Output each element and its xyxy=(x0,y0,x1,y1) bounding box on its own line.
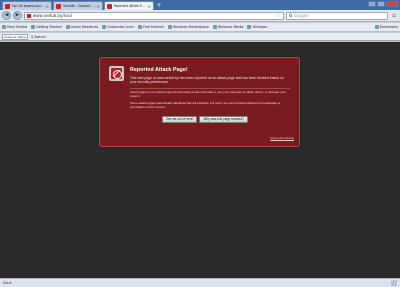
get-me-out-button[interactable]: Get me out of here! xyxy=(162,116,198,123)
bookmark-icon xyxy=(2,25,6,29)
site-favicon-icon xyxy=(107,3,112,9)
new-tab-button[interactable]: + xyxy=(155,2,163,10)
status-bar: Done xyxy=(0,278,400,287)
bookmark-star-icon[interactable]: ☆ xyxy=(277,13,281,19)
forward-arrow-icon[interactable]: ▶ xyxy=(13,11,22,20)
resize-grip-icon[interactable] xyxy=(391,280,397,286)
ignore-warning-link[interactable]: Ignore this warning xyxy=(270,136,294,140)
home-icon[interactable]: ⌂ xyxy=(390,12,398,20)
bookmark-icon xyxy=(247,25,252,29)
bookmark-icon xyxy=(65,25,70,29)
address-bar[interactable]: www.vedub.by/lvaii ☆ xyxy=(24,11,284,20)
tab-label: Топ-45 видео-ролики на днем / YACHT xyxy=(11,4,45,8)
tab-label: Онлайн - Deposit Attack Organization xyxy=(62,4,96,8)
attack-warning-panel: Reported Attack Page! This web page at w… xyxy=(99,57,300,147)
window-controls xyxy=(368,1,398,7)
bookmark-icon xyxy=(102,25,107,29)
search-icon: ⚲ xyxy=(31,34,34,39)
bookmark-icon xyxy=(137,25,142,29)
close-tab-icon[interactable]: × xyxy=(97,4,100,9)
browser-tab-1[interactable]: Топ-45 видео-ролики на днем / YACHT × xyxy=(2,1,52,10)
site-favicon-icon xyxy=(56,3,61,9)
bookmark-icon xyxy=(212,25,217,29)
bookmark-icon xyxy=(167,25,172,29)
maximize-button[interactable] xyxy=(377,1,385,7)
site-search-select[interactable]: поиск в сайте xyxy=(2,33,28,40)
bookmark-icon xyxy=(31,25,36,29)
bookmark-item[interactable]: Latest Headlines xyxy=(65,25,98,29)
bookmark-item[interactable]: Customize Links xyxy=(102,25,134,29)
close-tab-icon[interactable]: × xyxy=(46,4,49,9)
why-blocked-button[interactable]: Why was this page blocked? xyxy=(199,116,248,123)
bookmarks-menu-button[interactable]: Bookmarks xyxy=(374,25,398,29)
addon-toolbar: поиск в сайте ⚲ Search xyxy=(0,33,400,41)
bookmarks-toolbar: Most Visited Getting Started Latest Head… xyxy=(0,23,400,32)
close-window-button[interactable] xyxy=(386,1,398,7)
attack-short-description: This web page at www.vedub.by has been r… xyxy=(130,76,284,85)
browser-tab-2[interactable]: Онлайн - Deposit Attack Organization × xyxy=(53,1,103,10)
page-content: Reported Attack Page! This web page at w… xyxy=(0,42,400,278)
bookmarks-menu-icon xyxy=(374,25,379,29)
back-arrow-icon[interactable]: ◀ xyxy=(2,11,11,20)
button-row: Get me out of here! Why was this page bl… xyxy=(162,116,248,123)
addon-search-button[interactable]: ⚲ Search xyxy=(31,35,46,39)
bookmark-item[interactable]: Windows Media xyxy=(212,25,243,29)
minimize-button[interactable] xyxy=(368,1,376,7)
site-favicon-icon xyxy=(5,3,10,9)
tab-strip: Топ-45 видео-ролики на днем / YACHT × Он… xyxy=(0,0,400,10)
site-identity-icon xyxy=(27,13,31,18)
attack-long-description: Attack pages try to install programs tha… xyxy=(130,90,290,109)
divider xyxy=(130,88,290,89)
url-text: www.vedub.by/lvaii xyxy=(33,13,72,18)
close-tab-icon[interactable]: × xyxy=(148,4,151,9)
bookmark-item[interactable]: Windows xyxy=(247,25,267,29)
bookmark-item[interactable]: Most Visited xyxy=(2,25,27,29)
blocked-page-icon xyxy=(109,66,124,81)
bookmark-item[interactable]: Free Hotmail xyxy=(137,25,164,29)
status-text: Done xyxy=(3,281,12,285)
tab-label: Reported Attack Page! xyxy=(113,4,147,8)
attack-title: Reported Attack Page! xyxy=(130,67,188,73)
attack-detail-paragraph: Attack pages try to install programs tha… xyxy=(130,90,286,98)
google-icon: G xyxy=(289,13,293,18)
search-placeholder: Google xyxy=(294,13,309,18)
search-box[interactable]: G Google xyxy=(286,11,388,20)
browser-tab-3[interactable]: Reported Attack Page! × xyxy=(104,1,154,10)
navigation-bar: ◀ ▶ www.vedub.by/lvaii ☆ G Google ⌂ xyxy=(0,10,400,22)
bookmark-item[interactable]: Windows Marketplace xyxy=(167,25,209,29)
bookmark-item[interactable]: Getting Started xyxy=(31,25,62,29)
attack-detail-paragraph: Some attack pages intentionally distribu… xyxy=(130,101,281,109)
